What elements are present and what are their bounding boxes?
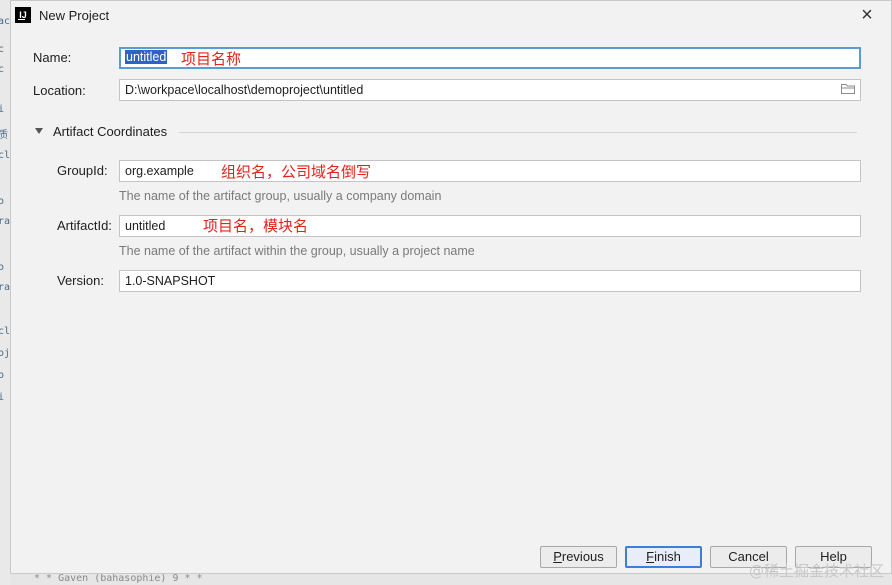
artifactid-hint: The name of the artifact within the grou… [119, 244, 475, 258]
artifactid-label: ArtifactId: [57, 218, 112, 233]
location-label: Location: [33, 83, 86, 98]
location-input[interactable]: D:\workpace\localhost\demoproject\untitl… [119, 79, 861, 101]
location-value: D:\workpace\localhost\demoproject\untitl… [125, 83, 364, 97]
version-label: Version: [57, 273, 104, 288]
name-annotation: 项目名称 [181, 50, 242, 68]
watermark: @稀土掘金技术社区 [748, 562, 884, 580]
section-title: Artifact Coordinates [53, 124, 168, 139]
artifactid-value: untitled [125, 219, 166, 233]
groupid-hint: The name of the artifact group, usually … [119, 189, 442, 203]
folder-browse-icon[interactable] [841, 83, 855, 94]
name-value: untitled [125, 50, 168, 64]
dialog-title: New Project [39, 8, 110, 23]
close-icon[interactable]: × [857, 5, 877, 26]
expand-triangle-icon[interactable] [35, 128, 43, 134]
version-value: 1.0-SNAPSHOT [125, 274, 216, 288]
artifactid-annotation: 项目名，模块名 [203, 217, 309, 235]
groupid-annotation: 组织名，公司域名倒写 [221, 163, 372, 181]
new-project-dialog: IJ New Project × Name: untitled 项目名称 Loc… [10, 0, 892, 574]
intellij-logo-icon: IJ [15, 7, 31, 23]
groupid-value: org.example [125, 164, 194, 178]
title-bar: IJ New Project × [11, 1, 891, 31]
groupid-label: GroupId: [57, 163, 108, 178]
name-label: Name: [33, 50, 72, 65]
previous-button[interactable]: Previous [540, 546, 617, 568]
section-divider [179, 132, 857, 133]
finish-button[interactable]: Finish [625, 546, 702, 568]
version-input[interactable]: 1.0-SNAPSHOT [119, 270, 861, 292]
